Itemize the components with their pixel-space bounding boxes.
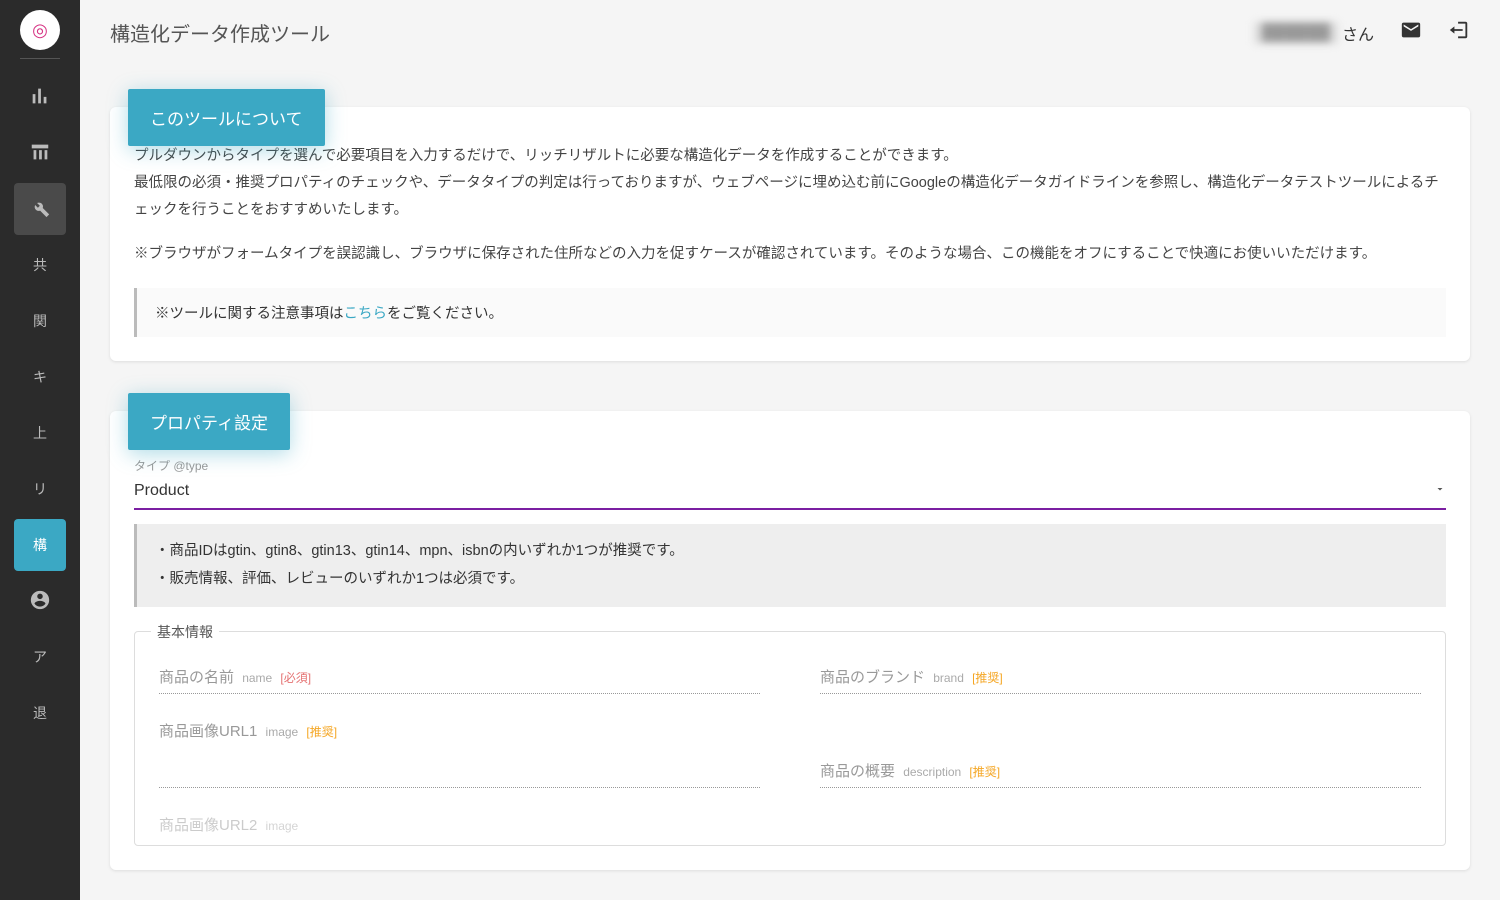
content: このツールについて プルダウンからタイプを選んで必要項目を入力するだけで、リッチ… [80,57,1500,900]
product-brand-field[interactable]: 商品のブランド brand [推奨] [820,650,1421,694]
type-select[interactable]: Product [134,476,1446,510]
user-circle-icon [29,589,51,614]
chart-bar-icon [29,85,51,110]
sidebar-item-structured[interactable]: 構 [14,519,66,571]
note-link[interactable]: こちら [344,306,388,322]
sidebar-item-label: 退 [33,703,47,723]
user-suffix: さん [1342,21,1374,45]
logout-icon[interactable] [1448,19,1470,46]
about-paragraph-3: ※ブラウザがフォームタイプを誤認識し、ブラウザに保存された住所などの入力を促すケ… [134,241,1446,268]
sidebar-item-keyword[interactable]: キ [14,351,66,403]
sidebar-item-app[interactable]: ア [14,631,66,683]
type-select-value: Product [134,482,189,500]
sidebar: ◎ 共 関 キ 上 リ 構 ア 退 [0,0,80,900]
about-note: ※ツールに関する注意事項はこちらをご覧ください。 [134,288,1446,337]
about-paragraph-2: 最低限の必須・推奨プロパティのチェックや、データタイプの判定は行っておりますが、… [134,170,1446,224]
about-card: このツールについて プルダウンからタイプを選んで必要項目を入力するだけで、リッチ… [110,107,1470,361]
sidebar-item-share[interactable]: 共 [14,239,66,291]
logo-glyph-icon: ◎ [32,20,48,41]
sidebar-item-top[interactable]: 上 [14,407,66,459]
sidebar-item-label: 関 [33,311,47,331]
sidebar-item-label: キ [33,367,47,387]
page-title: 構造化データ作成ツール [110,18,330,47]
calendar-bar-icon [29,141,51,166]
about-card-badge: このツールについて [128,89,325,146]
property-card: プロパティ設定 タイプ @type Product ・商品IDはgtin、gti… [110,411,1470,870]
sidebar-item-quit[interactable]: 退 [14,687,66,739]
basic-info-fieldset: 基本情報 商品の名前 name [必須] 商品のブランド brand [推奨] … [134,631,1446,846]
topbar: 構造化データ作成ツール ██████ さん [80,0,1500,57]
topbar-right: ██████ さん [1254,19,1470,46]
type-field: タイプ @type Product [134,457,1446,510]
user-name-blurred: ██████ [1254,22,1338,44]
about-paragraph-1: プルダウンからタイプを選んで必要項目を入力するだけで、リッチリザルトに必要な構造… [134,143,1446,170]
sidebar-item-related[interactable]: 関 [14,295,66,347]
info-line-2: ・販売情報、評価、レビューのいずれか1つは必須です。 [155,566,1428,594]
main: 構造化データ作成ツール ██████ さん このツールについて プルダウンからタ… [80,0,1500,900]
sidebar-divider [20,58,60,59]
sidebar-item-report[interactable] [14,127,66,179]
sidebar-item-label: リ [33,479,47,499]
logo[interactable]: ◎ [20,10,60,50]
product-image1-field[interactable]: 商品画像URL1 image [推奨] [159,704,760,788]
user-label: ██████ さん [1254,21,1374,45]
property-card-badge: プロパティ設定 [128,393,290,450]
info-line-1: ・商品IDはgtin、gtin8、gtin13、gtin14、mpn、isbnの… [155,538,1428,566]
sidebar-item-analytics[interactable] [14,71,66,123]
sidebar-item-tools[interactable] [14,183,66,235]
note-prefix: ※ツールに関する注意事項は [155,306,344,322]
sidebar-item-label: 共 [33,255,47,275]
type-info: ・商品IDはgtin、gtin8、gtin13、gtin14、mpn、isbnの… [134,524,1446,607]
sidebar-item-account[interactable] [14,575,66,627]
product-name-field[interactable]: 商品の名前 name [必須] [159,650,760,694]
sidebar-item-label: ア [33,647,47,667]
product-image2-field[interactable]: 商品画像URL2 image [159,798,760,835]
note-suffix: をご覧ください。 [387,306,503,322]
type-label: タイプ @type [134,457,1446,474]
wrench-icon [29,197,51,222]
sidebar-item-list[interactable]: リ [14,463,66,515]
chevron-down-icon [1434,482,1446,500]
mail-icon[interactable] [1400,19,1422,46]
sidebar-item-label: 構 [33,535,47,555]
product-description-field[interactable]: 商品の概要 description [推奨] [820,744,1421,788]
basic-info-legend: 基本情報 [151,622,219,642]
sidebar-item-label: 上 [33,423,47,443]
